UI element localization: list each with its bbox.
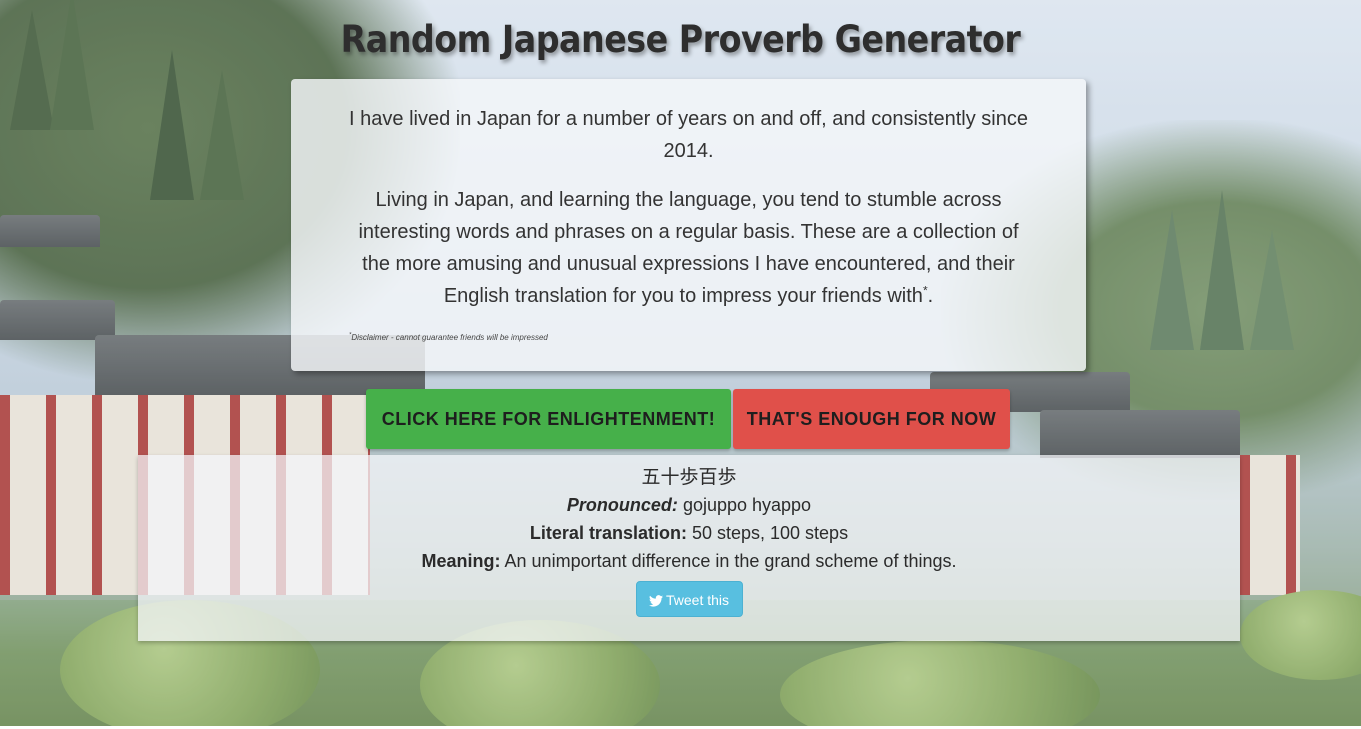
- intro-paragraph-2-text: Living in Japan, and learning the langua…: [358, 189, 1019, 307]
- pronounced-label: Pronounced:: [566, 495, 678, 515]
- proverb-japanese: 五十歩百歩: [641, 466, 737, 488]
- intro-paragraph-2: Living in Japan, and learning the langua…: [347, 184, 1030, 312]
- proverb-meaning: Meaning: An unimportant difference in th…: [138, 547, 1240, 575]
- disclaimer-note: *Disclaimer - cannot guarantee friends w…: [349, 332, 548, 343]
- pronounced-value: gojuppo hyappo: [682, 495, 812, 515]
- literal-translation-label: Literal translation:: [529, 523, 687, 543]
- page-title: Random Japanese Proverb Generator: [340, 18, 1021, 61]
- tweet-label: Tweet this: [665, 592, 730, 608]
- intro-panel: I have lived in Japan for a number of ye…: [291, 79, 1086, 371]
- proverb-literal-translation: Literal translation: 50 steps, 100 steps: [138, 519, 1240, 547]
- meaning-value: An unimportant difference in the grand s…: [504, 551, 957, 571]
- enlightenment-button[interactable]: CLICK HERE FOR ENLIGHTENMENT!: [366, 389, 731, 449]
- proverb-panel: 五十歩百歩 Pronounced: gojuppo hyappo Literal…: [138, 455, 1240, 641]
- enough-for-now-button[interactable]: THAT'S ENOUGH FOR NOW: [733, 389, 1010, 449]
- disclaimer-text: Disclaimer - cannot guarantee friends wi…: [351, 333, 548, 342]
- intro-paragraph-2-end: .: [927, 285, 934, 307]
- meaning-label: Meaning:: [421, 551, 501, 571]
- twitter-bird-icon: [648, 584, 663, 620]
- literal-translation-value: 50 steps, 100 steps: [691, 523, 849, 543]
- tweet-this-button[interactable]: Tweet this: [635, 581, 743, 620]
- proverb-pronunciation: Pronounced: gojuppo hyappo: [138, 491, 1240, 519]
- intro-paragraph-1: I have lived in Japan for a number of ye…: [349, 108, 1028, 162]
